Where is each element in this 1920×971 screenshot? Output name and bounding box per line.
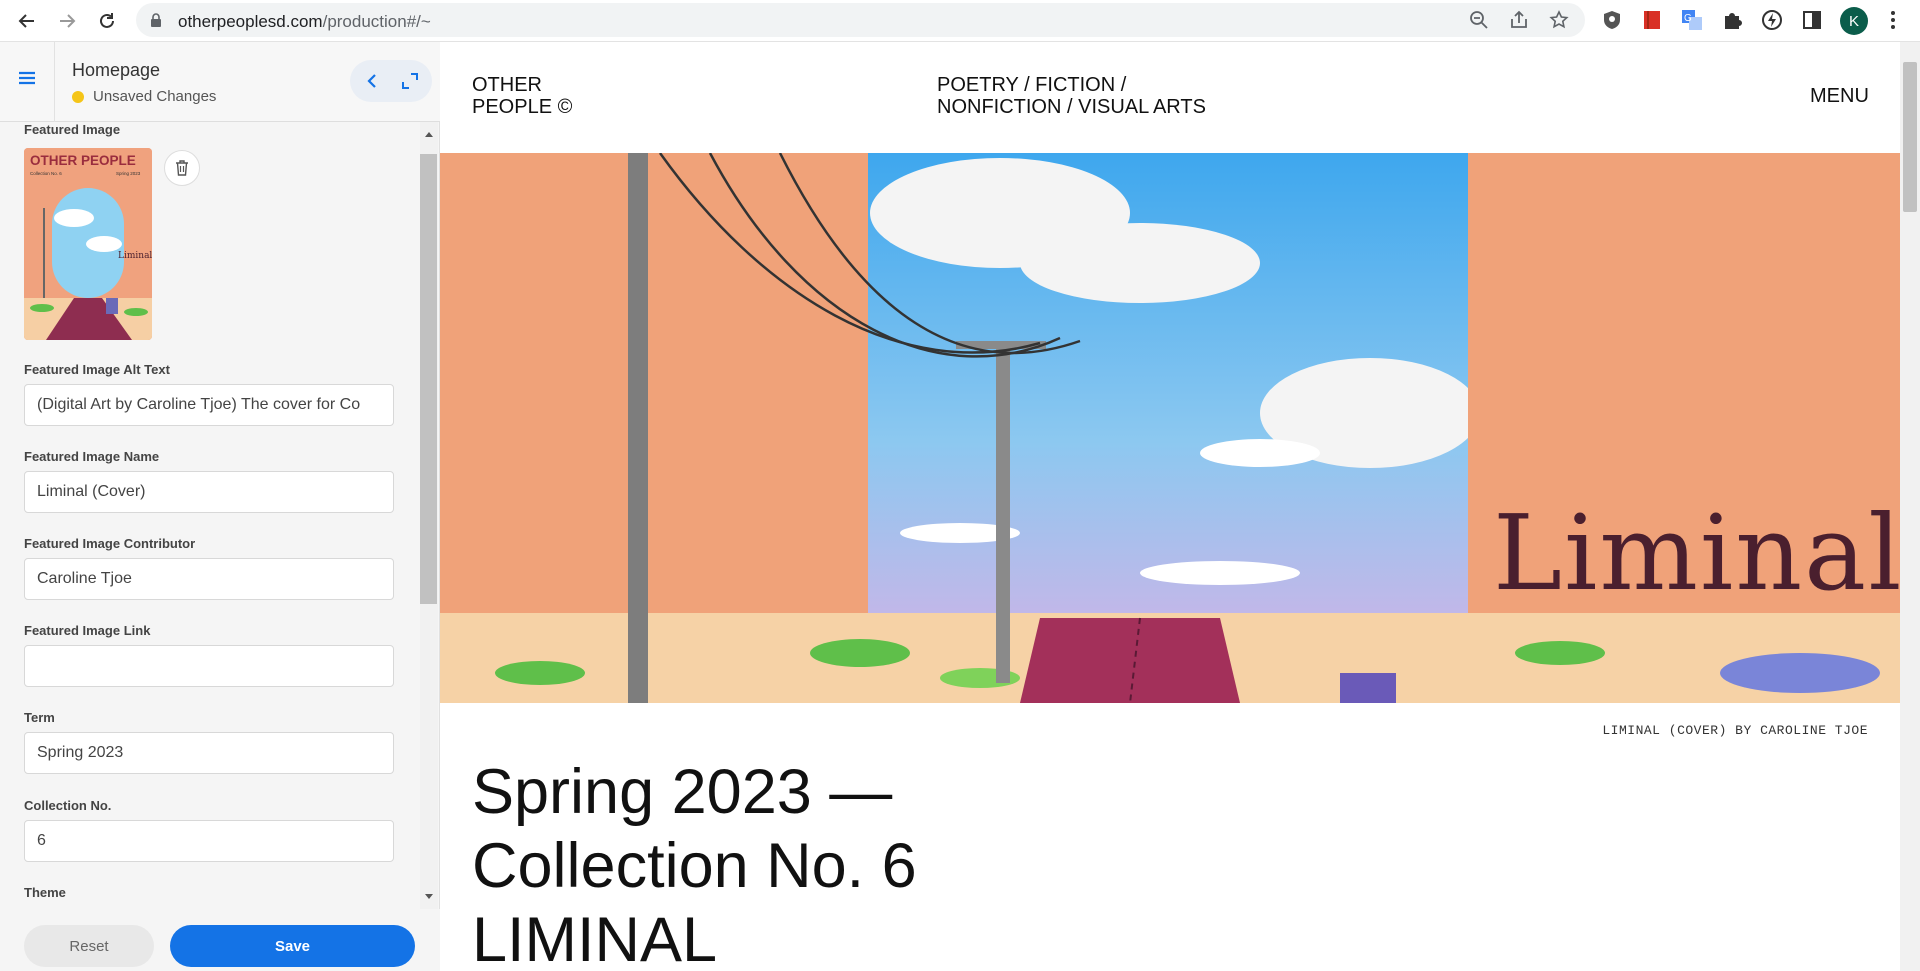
side-panel-icon[interactable] bbox=[1801, 9, 1823, 31]
editor-header: Homepage Unsaved Changes bbox=[0, 42, 440, 122]
forward-button[interactable] bbox=[52, 6, 82, 36]
featured-image-label: Featured Image bbox=[24, 122, 121, 137]
delete-image-button[interactable] bbox=[164, 150, 200, 186]
status-dot bbox=[72, 90, 84, 103]
url-path: /production#/~ bbox=[322, 12, 431, 31]
logo-line-1: OTHER bbox=[472, 74, 542, 96]
browser-toolbar: otherpeoplesd.com/production#/~ G K bbox=[0, 0, 1920, 42]
term-label: Term bbox=[24, 710, 55, 725]
headline: Spring 2023 — Collection No. 6 LIMINAL bbox=[472, 755, 917, 971]
profile-avatar[interactable]: K bbox=[1840, 7, 1868, 35]
trash-icon bbox=[176, 160, 188, 176]
save-button[interactable]: Save bbox=[170, 925, 415, 967]
status-text: Unsaved Changes bbox=[93, 88, 217, 105]
contributor-label: Featured Image Contributor bbox=[24, 536, 196, 551]
image-caption: LIMINAL (COVER) BY CAROLINE TJOE bbox=[1602, 723, 1868, 738]
scroll-up-arrow-icon[interactable] bbox=[425, 132, 433, 137]
page-scrollbar[interactable] bbox=[1900, 42, 1920, 971]
alt-text-input[interactable]: (Digital Art by Caroline Tjoe) The cover… bbox=[24, 384, 394, 426]
url-text: otherpeoplesd.com/production#/~ bbox=[178, 12, 431, 32]
shield-extension-icon[interactable] bbox=[1601, 9, 1623, 31]
panel-controls bbox=[350, 60, 432, 102]
headline-line-3: LIMINAL bbox=[472, 905, 718, 971]
collection-label: Collection No. bbox=[24, 798, 112, 813]
cover-art-image: OTHER PEOPLE Collection No. 6 Spring 202… bbox=[24, 148, 152, 340]
back-button[interactable] bbox=[12, 6, 42, 36]
book-extension-icon[interactable] bbox=[1641, 9, 1663, 31]
editor-panel: Homepage Unsaved Changes Featured Image bbox=[0, 42, 440, 971]
share-icon[interactable] bbox=[1509, 10, 1529, 30]
kebab-menu-icon[interactable] bbox=[1882, 9, 1904, 31]
address-bar[interactable]: otherpeoplesd.com/production#/~ bbox=[136, 3, 1585, 37]
featured-image-thumbnail[interactable]: OTHER PEOPLE Collection No. 6 Spring 202… bbox=[24, 148, 152, 340]
theme-label: Theme bbox=[24, 885, 66, 900]
logo-line-2: PEOPLE © bbox=[472, 96, 573, 118]
editor-scroll-thumb[interactable] bbox=[420, 154, 437, 604]
image-link-input[interactable] bbox=[24, 645, 394, 687]
contributor-input[interactable]: Caroline Tjoe bbox=[24, 558, 394, 600]
image-link-label: Featured Image Link bbox=[24, 623, 151, 638]
puzzle-extension-icon[interactable] bbox=[1721, 9, 1743, 31]
editor-scrollbar[interactable] bbox=[420, 122, 438, 909]
categories-line-2: NONFICTION / VISUAL ARTS bbox=[937, 96, 1206, 118]
arrow-right-icon bbox=[60, 14, 76, 28]
categories-line-1: POETRY / FICTION / bbox=[937, 74, 1127, 96]
site-logo[interactable]: OTHER PEOPLE © bbox=[472, 74, 572, 118]
translate-extension-icon[interactable]: G bbox=[1681, 9, 1703, 31]
arrow-left-icon bbox=[18, 14, 34, 28]
collapse-chevron-left-icon[interactable] bbox=[362, 71, 382, 91]
headline-line-2: Collection No. 6 bbox=[472, 831, 917, 901]
thumb-term: Spring 2023 bbox=[116, 171, 141, 176]
scroll-down-arrow-icon[interactable] bbox=[425, 894, 433, 899]
lock-icon bbox=[151, 13, 161, 27]
page-scroll-thumb[interactable] bbox=[1903, 62, 1917, 212]
reload-button[interactable] bbox=[92, 6, 122, 36]
reload-icon bbox=[100, 13, 114, 28]
thumb-title: OTHER PEOPLE bbox=[30, 153, 136, 168]
hero-word: Liminal bbox=[1493, 492, 1900, 614]
site-menu-link[interactable]: MENU bbox=[1810, 85, 1869, 108]
alt-text-label: Featured Image Alt Text bbox=[24, 362, 170, 377]
site-preview: OTHER PEOPLE © POETRY / FICTION / NONFIC… bbox=[440, 42, 1900, 971]
bookmark-star-icon[interactable] bbox=[1549, 10, 1569, 30]
collection-input[interactable]: 6 bbox=[24, 820, 394, 862]
image-name-label: Featured Image Name bbox=[24, 449, 160, 464]
thumb-word: Liminal bbox=[118, 251, 152, 261]
svg-text:G: G bbox=[1684, 13, 1692, 24]
page-title: Homepage bbox=[72, 60, 161, 80]
reset-button[interactable]: Reset bbox=[24, 925, 154, 967]
url-host: otherpeoplesd.com bbox=[178, 12, 323, 31]
site-categories[interactable]: POETRY / FICTION / NONFICTION / VISUAL A… bbox=[937, 74, 1206, 118]
header-divider bbox=[54, 42, 55, 122]
editor-form: Featured Image OTHER PEOPLE Collection N… bbox=[0, 122, 420, 909]
hamburger-menu-icon[interactable] bbox=[13, 64, 41, 92]
hero-image: Liminal bbox=[440, 153, 1900, 703]
term-input[interactable]: Spring 2023 bbox=[24, 732, 394, 774]
expand-icon[interactable] bbox=[400, 71, 420, 91]
editor-footer: Reset Save bbox=[0, 909, 440, 971]
zoom-icon[interactable] bbox=[1469, 10, 1489, 30]
thumb-collection: Collection No. 6 bbox=[30, 171, 62, 176]
headline-line-1: Spring 2023 — bbox=[472, 757, 893, 827]
image-name-input[interactable]: Liminal (Cover) bbox=[24, 471, 394, 513]
lightning-extension-icon[interactable] bbox=[1761, 9, 1783, 31]
status-indicator: Unsaved Changes bbox=[72, 88, 216, 105]
hero-illustration: Liminal bbox=[440, 153, 1900, 703]
